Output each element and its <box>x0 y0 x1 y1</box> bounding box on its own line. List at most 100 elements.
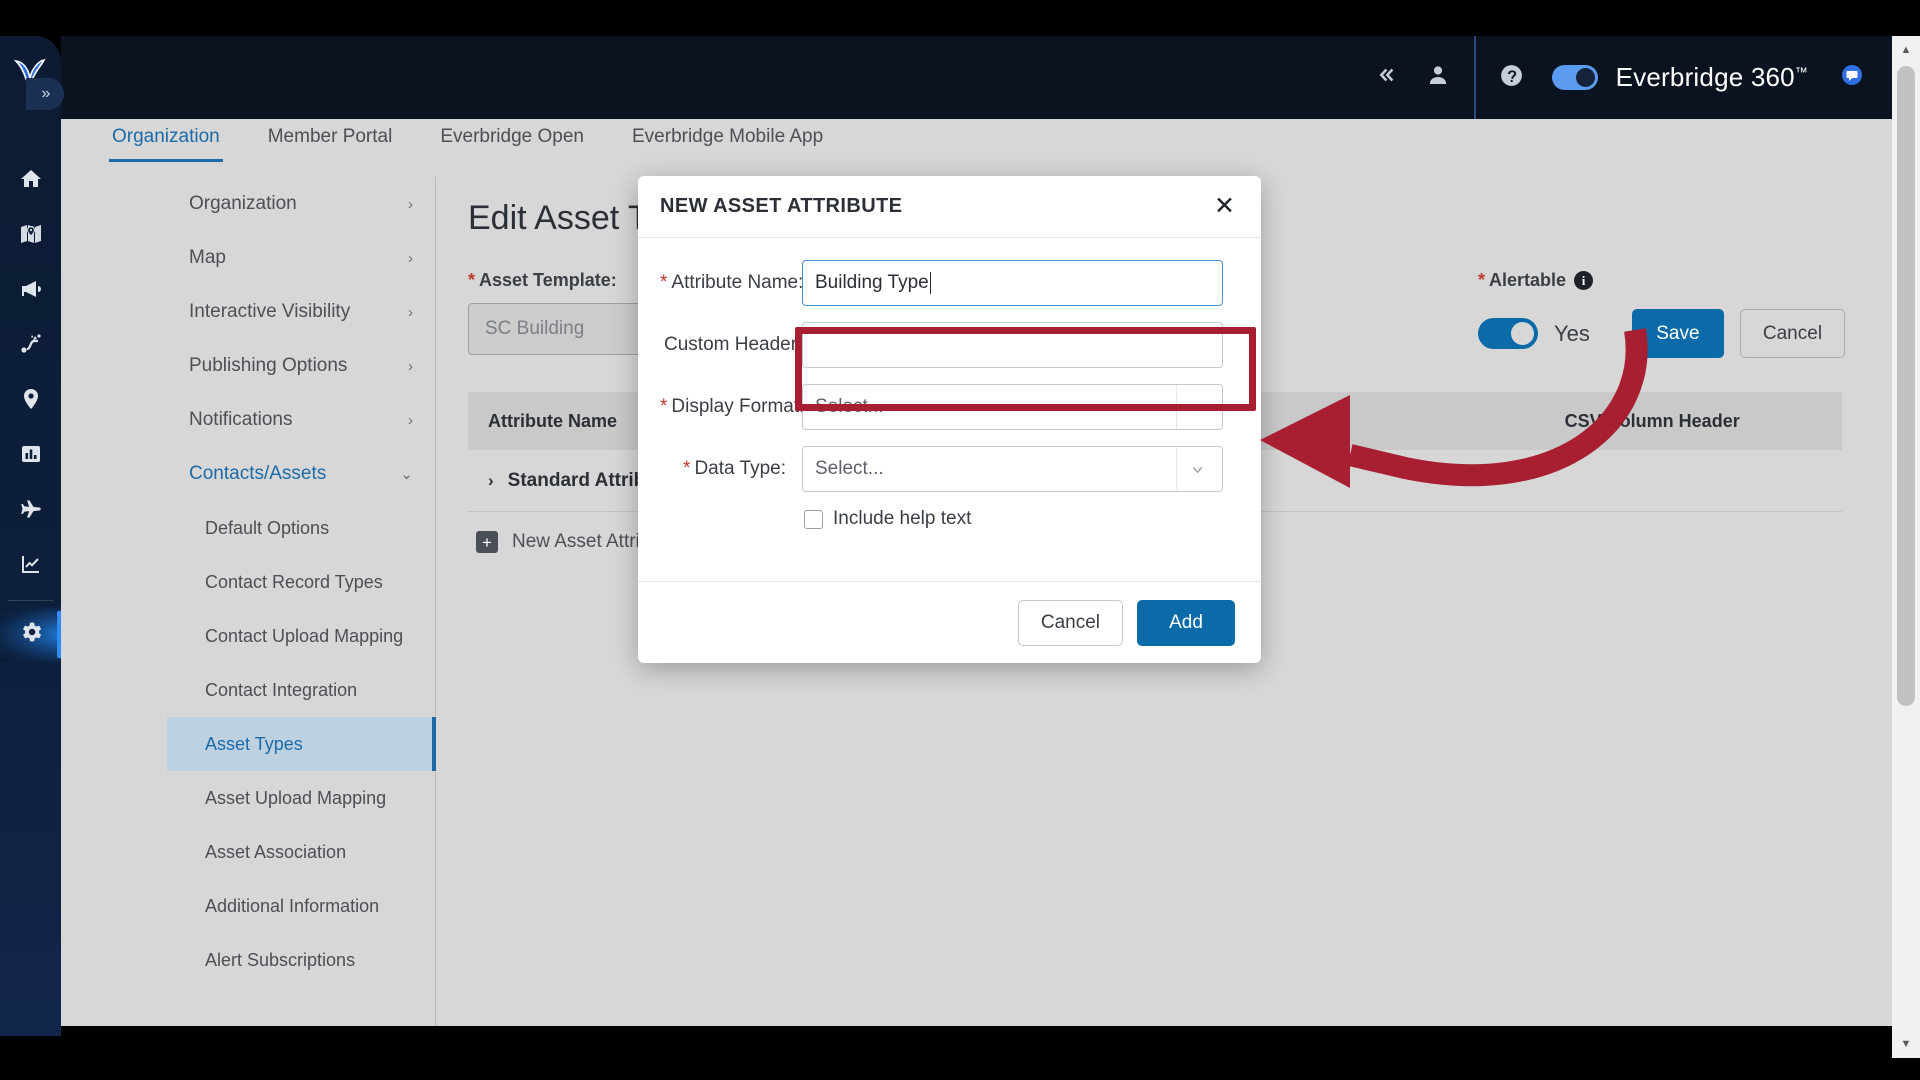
alertable-field: * Alertable i Yes Save Cancel <box>1478 270 1846 358</box>
cancel-button[interactable]: Cancel <box>1739 309 1846 358</box>
display-format-row: * Display Format: Select... <box>660 384 1223 430</box>
save-button[interactable]: Save <box>1631 309 1724 358</box>
nav-group-publishing-options[interactable]: Publishing Options › <box>167 339 435 393</box>
modal-body: * Attribute Name: Building Type Custom He… <box>638 238 1261 540</box>
nav-group-map[interactable]: Map › <box>167 231 435 285</box>
required-marker: * <box>660 272 668 293</box>
sidebar-item-contact-record-types[interactable]: Contact Record Types <box>167 555 435 609</box>
include-help-text-label: Include help text <box>833 508 972 529</box>
required-marker: * <box>660 396 668 417</box>
rail-item-notifications[interactable] <box>0 264 61 319</box>
modal-cancel-button[interactable]: Cancel <box>1017 599 1123 646</box>
data-type-label: * Data Type: <box>660 458 802 480</box>
data-type-label-text: Data Type: <box>694 458 786 479</box>
alertable-toggle[interactable] <box>1478 318 1538 349</box>
display-format-select[interactable]: Select... <box>802 384 1223 430</box>
rail-item-location[interactable] <box>0 374 61 429</box>
text-cursor <box>929 272 931 294</box>
data-type-select[interactable]: Select... <box>802 446 1223 492</box>
rail-collapse-button[interactable]: » <box>26 78 64 110</box>
location-pin-icon <box>19 387 43 416</box>
nav-group-interactive-visibility[interactable]: Interactive Visibility › <box>167 285 435 339</box>
rail-item-travel[interactable] <box>0 484 61 539</box>
attribute-name-value: Building Type <box>815 272 929 293</box>
brand-name-text: Everbridge 360 <box>1615 62 1795 92</box>
sidebar-item-asset-upload-mapping[interactable]: Asset Upload Mapping <box>167 771 435 825</box>
help-button[interactable] <box>1486 52 1538 104</box>
rail-item-map[interactable] <box>0 209 61 264</box>
nav-group-label: Organization <box>189 193 297 214</box>
attribute-name-label: * Attribute Name: <box>660 272 804 294</box>
include-help-text-row: Include help text <box>802 508 1223 530</box>
page-scrollbar[interactable]: ▲ ▼ <box>1892 36 1920 1058</box>
sidebar-item-contact-upload-mapping[interactable]: Contact Upload Mapping <box>167 609 435 663</box>
chevron-right-icon: › <box>408 195 413 213</box>
attribute-name-label-text: Attribute Name: <box>671 272 804 293</box>
trademark-symbol: ™ <box>1794 64 1808 80</box>
user-account-button[interactable] <box>1412 52 1464 104</box>
nav-group-label: Interactive Visibility <box>189 301 351 322</box>
chevron-right-icon: › <box>408 303 413 321</box>
rail-item-analytics[interactable] <box>0 539 61 594</box>
chevron-down-icon: ⌄ <box>400 466 413 483</box>
modal-header: NEW ASSET ATTRIBUTE ✕ <box>638 176 1261 238</box>
nav-group-notifications[interactable]: Notifications › <box>167 393 435 447</box>
alertable-label: * Alertable i <box>1478 270 1845 291</box>
tab-everbridge-mobile-app[interactable]: Everbridge Mobile App <box>629 119 826 159</box>
chat-icon <box>1840 63 1864 92</box>
column-csv-column-header: CSV Column Header <box>1564 410 1740 431</box>
scrollbar-thumb[interactable] <box>1897 66 1915 706</box>
display-format-label-text: Display Format: <box>671 396 805 417</box>
help-circle-icon <box>1499 63 1524 93</box>
scroll-up-arrow[interactable]: ▲ <box>1892 36 1920 64</box>
nav-group-label: Contacts/Assets <box>189 463 327 484</box>
modal-footer: Cancel Add <box>638 581 1261 663</box>
rail-item-incidents[interactable] <box>0 319 61 374</box>
data-type-row: * Data Type: Select... <box>660 446 1223 492</box>
collapse-nav-button[interactable] <box>1360 52 1412 104</box>
expand-caret-icon[interactable]: › <box>488 471 494 491</box>
rail-item-settings[interactable] <box>0 607 61 662</box>
sidebar-item-asset-association[interactable]: Asset Association <box>167 825 435 879</box>
chevron-down-icon <box>1176 385 1218 429</box>
top-tab-bar: Organization Member Portal Everbridge Op… <box>61 119 1892 164</box>
tab-everbridge-open[interactable]: Everbridge Open <box>437 119 587 159</box>
asset-template-label-text: Asset Template: <box>479 270 617 290</box>
settings-left-nav: Organization › Map › Interactive Visibil… <box>167 177 436 1026</box>
sidebar-item-alert-subscriptions[interactable]: Alert Subscriptions <box>167 933 435 987</box>
modal-add-button[interactable]: Add <box>1137 599 1235 646</box>
sidebar-item-asset-types[interactable]: Asset Types <box>167 717 436 771</box>
nav-group-contacts-assets[interactable]: Contacts/Assets ⌄ <box>167 447 435 501</box>
tab-member-portal[interactable]: Member Portal <box>265 119 396 159</box>
tab-organization[interactable]: Organization <box>109 119 223 162</box>
rail-item-reports[interactable] <box>0 429 61 484</box>
travel-plane-icon <box>18 496 44 527</box>
chevron-down-icon <box>1176 447 1218 491</box>
nav-group-organization[interactable]: Organization › <box>167 177 435 231</box>
megaphone-icon <box>19 277 43 306</box>
plus-square-icon[interactable]: + <box>476 531 498 553</box>
scroll-down-arrow[interactable]: ▼ <box>1892 1030 1920 1058</box>
header-divider <box>1473 36 1476 119</box>
app-root: » Everbridge 360™ Organization Member Po… <box>0 0 1920 1080</box>
chevrons-left-icon <box>1375 64 1397 91</box>
attribute-name-input[interactable]: Building Type <box>802 260 1223 306</box>
sidebar-item-additional-information[interactable]: Additional Information <box>167 879 435 933</box>
settings-gear-icon <box>18 619 44 650</box>
left-icon-rail <box>0 36 61 1036</box>
rail-item-home[interactable] <box>0 154 61 209</box>
custom-header-label: Custom Header: <box>660 334 802 356</box>
product-toggle[interactable] <box>1551 65 1598 90</box>
sidebar-item-contact-integration[interactable]: Contact Integration <box>167 663 435 717</box>
include-help-text-checkbox[interactable] <box>804 509 823 529</box>
alertable-toggle-row: Yes Save Cancel <box>1478 309 1846 358</box>
chat-button[interactable] <box>1826 52 1878 104</box>
info-icon[interactable]: i <box>1574 271 1594 290</box>
custom-header-input[interactable] <box>802 322 1223 368</box>
sidebar-item-default-options[interactable]: Default Options <box>167 501 435 555</box>
close-icon[interactable]: ✕ <box>1214 194 1235 219</box>
nav-group-label: Notifications <box>189 409 293 430</box>
incident-flow-icon <box>19 332 43 361</box>
home-icon <box>19 167 43 196</box>
top-header-bar: Everbridge 360™ <box>61 36 1892 119</box>
